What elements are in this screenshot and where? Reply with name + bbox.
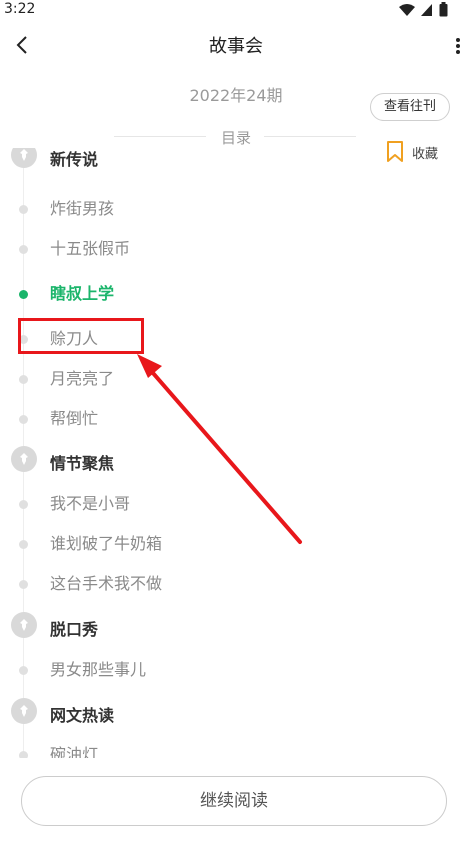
status-bar: 3:22 <box>0 0 472 22</box>
continue-reading-button[interactable]: 继续阅读 <box>21 776 447 826</box>
timeline-dot <box>19 751 28 758</box>
pin-icon <box>11 612 37 638</box>
toc-item-label: 我不是小哥 <box>50 494 131 513</box>
timeline-dot <box>19 205 28 214</box>
timeline-dot-active <box>19 290 28 299</box>
divider-right <box>264 136 356 137</box>
past-issues-button[interactable]: 查看往刊 <box>370 93 450 121</box>
toc-list: 新传说 炸街男孩 十五张假币 瞎叔上学 赊刀人 月亮亮了 帮倒忙 情节聚焦 我不… <box>0 148 472 758</box>
status-time: 3:22 <box>4 1 36 17</box>
toc-item-label: 这台手术我不做 <box>50 574 163 593</box>
timeline-dot <box>19 666 28 675</box>
pin-icon <box>11 698 37 724</box>
more-vertical-icon <box>456 38 460 54</box>
toc-item-label: 十五张假币 <box>50 239 131 258</box>
pin-icon <box>11 148 37 168</box>
section-title: 情节聚焦 <box>50 454 115 473</box>
page-title: 故事会 <box>209 36 263 57</box>
annotation-highlight-box <box>18 318 144 354</box>
toc-item-label: 帮倒忙 <box>50 409 99 428</box>
timeline-dot <box>19 540 28 549</box>
section-title: 网文热读 <box>50 706 115 725</box>
timeline-dot <box>19 245 28 254</box>
signal-icon <box>421 3 432 16</box>
section-title: 脱口秀 <box>50 620 99 639</box>
toc-item-label: 谁划破了牛奶箱 <box>50 534 163 553</box>
wifi-icon <box>399 3 415 16</box>
toc-item-label: 男女那些事儿 <box>50 660 147 679</box>
timeline-dot <box>19 375 28 384</box>
toc-item-label: 月亮亮了 <box>50 369 115 388</box>
section-title: 新传说 <box>50 150 99 169</box>
toc-item-label: 瞎叔上学 <box>50 284 115 303</box>
toc-item-label: 碗油灯 <box>50 745 99 758</box>
timeline-dot <box>19 500 28 509</box>
timeline-dot <box>19 580 28 589</box>
more-button[interactable] <box>448 32 468 60</box>
status-icons <box>399 2 448 17</box>
pin-icon <box>11 446 37 472</box>
app-header: 故事会 <box>0 22 472 68</box>
timeline-dot <box>19 415 28 424</box>
battery-icon <box>439 2 448 17</box>
toc-item-label: 炸街男孩 <box>50 199 115 218</box>
